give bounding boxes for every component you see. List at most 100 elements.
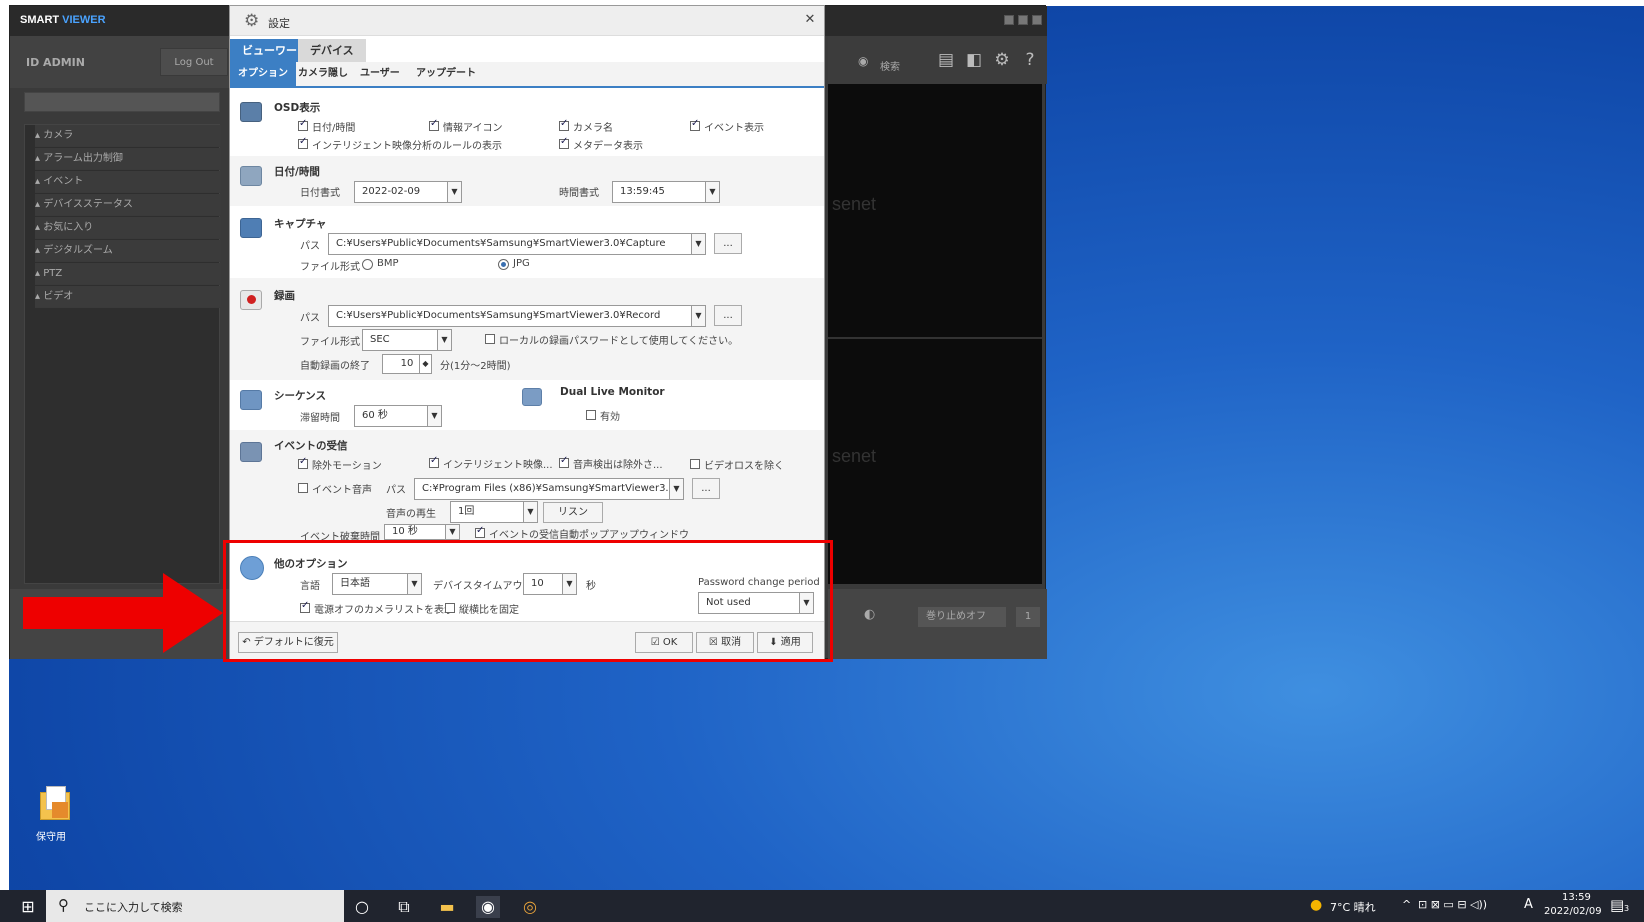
- event-videoloss-checkbox[interactable]: [690, 459, 700, 469]
- event-motion-checkbox[interactable]: [298, 456, 308, 469]
- tree-item-status[interactable]: ▴ デバイスステータス: [35, 194, 221, 216]
- logout-button[interactable]: Log Out: [160, 48, 228, 76]
- event-sound-browse-button[interactable]: ...: [692, 478, 720, 499]
- subtab-camera-hide[interactable]: カメラ隠し: [290, 62, 356, 86]
- brightness-icon[interactable]: ◐: [864, 607, 875, 622]
- record-path-label: パス: [300, 313, 320, 324]
- calendar-icon: [240, 166, 262, 186]
- stop-number[interactable]: 1: [1016, 607, 1040, 627]
- event-title: イベントの受信: [274, 440, 348, 452]
- right-control-panel: ◐ 巻り止めオフ 1: [828, 589, 1047, 659]
- tree-item-camera[interactable]: ▴ カメラ: [35, 125, 221, 147]
- subtab-update[interactable]: アップデート: [408, 62, 484, 86]
- ime-indicator[interactable]: A: [1524, 897, 1533, 912]
- osd-camera-name-checkbox[interactable]: [559, 118, 569, 131]
- event-audio-label: 音声検出は除外さ...: [573, 460, 663, 471]
- maximize-button[interactable]: [1018, 15, 1028, 25]
- tab-device[interactable]: デバイス: [298, 39, 366, 62]
- search-label[interactable]: 検索: [880, 58, 900, 73]
- event-audio-checkbox[interactable]: [559, 455, 569, 468]
- datetime-title: 日付/時間: [274, 166, 320, 178]
- record-path-select[interactable]: C:¥Users¥Public¥Documents¥Samsung¥SmartV…: [328, 305, 706, 327]
- dwell-select[interactable]: 60 秒 ▼: [354, 405, 442, 427]
- jpg-radio[interactable]: [498, 259, 509, 270]
- desktop-left-edge: [0, 0, 9, 890]
- record-icon: [240, 290, 262, 310]
- osd-event-checkbox[interactable]: [690, 118, 700, 131]
- date-format-label: 日付書式: [300, 188, 340, 199]
- subtab-options[interactable]: オプション: [230, 62, 296, 86]
- tree-item-video[interactable]: ▴ ビデオ: [35, 286, 221, 308]
- chevron-down-icon: ▼: [523, 502, 537, 522]
- auto-end-spinner[interactable]: 10 ◆: [382, 354, 432, 374]
- file-explorer-icon[interactable]: ▬: [435, 896, 459, 918]
- weather-text[interactable]: 7°C 晴れ: [1330, 899, 1376, 915]
- record-format-select[interactable]: SEC ▼: [362, 329, 452, 351]
- tray-chevron-icon[interactable]: ^: [1402, 898, 1411, 911]
- stop-select[interactable]: 巻り止めオフ: [918, 607, 1006, 627]
- camera-icon: [240, 218, 262, 238]
- watermark-bottom: senet: [832, 446, 877, 466]
- event-intelligent-checkbox[interactable]: [429, 455, 439, 468]
- smart-viewer-taskbar-icon[interactable]: ◉: [476, 896, 500, 918]
- capture-path-select[interactable]: C:¥Users¥Public¥Documents¥Samsung¥SmartV…: [328, 233, 706, 255]
- tree-item-ptz[interactable]: ▴ PTZ: [35, 263, 221, 285]
- dual-enable-checkbox[interactable]: [586, 410, 596, 420]
- play-label: 音声の再生: [386, 509, 436, 520]
- chevron-down-icon: ▼: [691, 234, 705, 254]
- search-placeholder: ここに入力して検索: [84, 901, 183, 914]
- clock-date[interactable]: 2022/02/09: [1544, 906, 1602, 917]
- folder-icon[interactable]: [38, 786, 76, 822]
- event-motion-label: 除外モーション: [312, 461, 382, 472]
- layout-icon[interactable]: ▤: [934, 48, 958, 72]
- gear-icon[interactable]: ⚙: [990, 48, 1014, 72]
- time-format-select[interactable]: 13:59:45 ▼: [612, 181, 720, 203]
- bmp-radio[interactable]: [362, 259, 373, 270]
- cortana-icon[interactable]: ○: [350, 896, 374, 918]
- osd-datetime-checkbox[interactable]: [298, 118, 308, 131]
- osd-section: OSD表示 日付/時間 情報アイコン カメラ名 イベント表示 インテリジェント映…: [230, 90, 824, 156]
- right-toolbar: ◉ 検索 ▤ ◧ ⚙ ?: [828, 36, 1047, 84]
- osd-info-icon-checkbox[interactable]: [429, 118, 439, 131]
- chevron-down-icon: ▼: [427, 406, 441, 426]
- discard-select[interactable]: 10 秒 ▼: [384, 524, 460, 540]
- notification-icon[interactable]: ▤: [1610, 896, 1624, 914]
- capture-browse-button[interactable]: ...: [714, 233, 742, 254]
- osd-intelligent-rule-checkbox[interactable]: [298, 136, 308, 149]
- taskbar-search[interactable]: ⚲ ここに入力して検索: [46, 890, 344, 922]
- capture-title: キャプチャ: [274, 218, 327, 230]
- help-icon[interactable]: ?: [1018, 48, 1042, 72]
- osd-metadata-checkbox[interactable]: [559, 136, 569, 149]
- tree-item-favorites[interactable]: ▴ お気に入り: [35, 217, 221, 239]
- play-count-select[interactable]: 1回 ▼: [450, 501, 538, 523]
- date-format-select[interactable]: 2022-02-09 ▼: [354, 181, 462, 203]
- event-sound-path-label: パス: [386, 485, 406, 496]
- task-view-icon[interactable]: ⧉: [392, 896, 416, 918]
- listen-button[interactable]: リスン: [543, 502, 603, 523]
- event-sound-checkbox[interactable]: [298, 483, 308, 493]
- tree-item-event[interactable]: ▴ イベント: [35, 171, 221, 193]
- osd-title: OSD表示: [274, 102, 321, 114]
- event-sound-path-select[interactable]: C:¥Program Files (x86)¥Samsung¥SmartView…: [414, 478, 684, 500]
- dialog-close-button[interactable]: ✕: [802, 12, 818, 28]
- clock-time[interactable]: 13:59: [1562, 892, 1591, 903]
- minimize-button[interactable]: [1004, 15, 1014, 25]
- record-icon: ◉: [858, 54, 869, 68]
- close-app-button[interactable]: [1032, 15, 1042, 25]
- local-password-checkbox[interactable]: [485, 334, 495, 344]
- windows-start-icon[interactable]: ⊞: [16, 896, 40, 918]
- export-icon[interactable]: ◧: [962, 48, 986, 72]
- tray-icons[interactable]: ⊡ ⊠ ▭ ⊟ ◁)): [1418, 898, 1487, 911]
- record-browse-button[interactable]: ...: [714, 305, 742, 326]
- sequence-icon: [240, 390, 262, 410]
- local-password-label: ローカルの録画パスワードとして使用してください。: [499, 336, 739, 347]
- subtab-user[interactable]: ユーザー: [352, 62, 408, 86]
- tree-item-zoom[interactable]: ▴ デジタルズーム: [35, 240, 221, 262]
- spinner-arrows-icon: ◆: [419, 355, 431, 373]
- popup-checkbox[interactable]: [475, 525, 485, 538]
- event-sound-label: イベント音声: [312, 485, 372, 496]
- chrome-icon[interactable]: ◎: [518, 896, 542, 918]
- desktop-icon-label: 保守用: [36, 832, 66, 843]
- device-select[interactable]: [24, 92, 220, 112]
- tree-item-alarm[interactable]: ▴ アラーム出力制御: [35, 148, 221, 170]
